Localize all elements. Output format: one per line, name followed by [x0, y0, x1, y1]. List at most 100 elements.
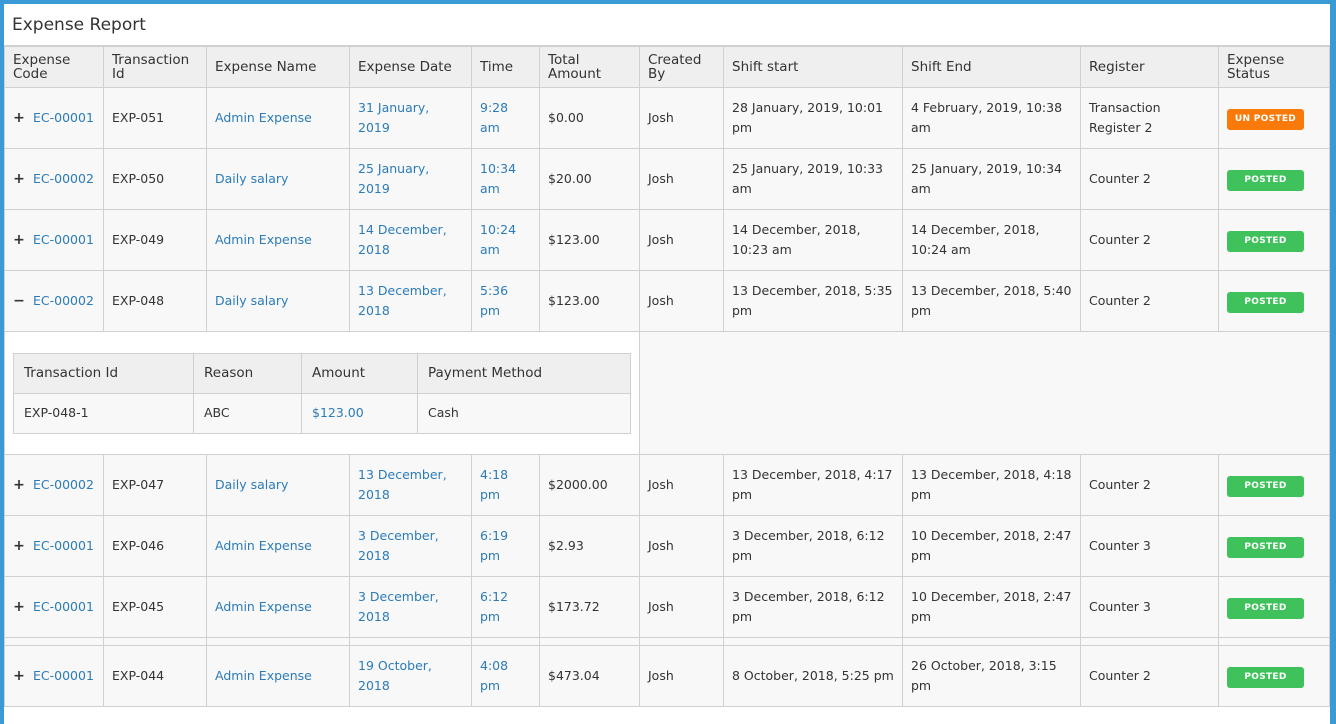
expense-date-link[interactable]: 19 October, 2018: [358, 658, 432, 693]
expense-date-cell: 13 December, 2018: [349, 454, 472, 516]
expense-date-link[interactable]: 25 January, 2019: [358, 161, 429, 196]
shift-start-cell: 13 December, 2018, 4:17 pm: [723, 454, 903, 516]
header-expense-code[interactable]: Expense Code: [4, 46, 104, 88]
expense-date-link[interactable]: 31 January, 2019: [358, 100, 429, 135]
expense-code-link[interactable]: EC-00002: [33, 171, 94, 186]
table-header-row: Expense Code Transaction Id Expense Name…: [4, 46, 1330, 88]
expense-name-link[interactable]: Admin Expense: [215, 668, 312, 683]
details-transaction-id: EXP-048-1: [13, 392, 194, 434]
header-shift-end[interactable]: Shift End: [902, 46, 1081, 88]
time-link[interactable]: 4:18 pm: [480, 467, 508, 502]
expense-name-cell: Admin Expense: [206, 515, 350, 577]
expense-code-link[interactable]: EC-00001: [33, 110, 94, 125]
spacer-row: [4, 637, 1330, 646]
details-header-row: Transaction Id Reason Amount Payment Method: [13, 352, 631, 394]
header-expense-name[interactable]: Expense Name: [206, 46, 350, 88]
expand-toggle-icon[interactable]: +: [13, 230, 25, 250]
created-by-cell: Josh: [639, 209, 724, 271]
table-row: + EC-00001 EXP-046 Admin Expense 3 Decemb…: [4, 515, 1330, 577]
header-expense-status[interactable]: Expense Status: [1218, 46, 1330, 88]
header-transaction-id[interactable]: Transaction Id: [103, 46, 207, 88]
status-badge: POSTED: [1227, 666, 1304, 688]
expense-name-link[interactable]: Daily salary: [215, 293, 288, 308]
total-amount-cell: $123.00: [539, 209, 640, 271]
expense-date-cell: 3 December, 2018: [349, 576, 472, 638]
time-link[interactable]: 6:19 pm: [480, 528, 508, 563]
expand-toggle-icon[interactable]: +: [13, 536, 25, 556]
transaction-id-cell: EXP-044: [103, 645, 207, 707]
expense-status-cell: UN POSTED: [1218, 87, 1330, 149]
expense-date-link[interactable]: 13 December, 2018: [358, 467, 447, 502]
created-by-cell: Josh: [639, 515, 724, 577]
expense-name-link[interactable]: Daily salary: [215, 477, 288, 492]
header-shift-start[interactable]: Shift start: [723, 46, 903, 88]
expense-name-link[interactable]: Admin Expense: [215, 599, 312, 614]
created-by-cell: Josh: [639, 576, 724, 638]
header-time[interactable]: Time: [471, 46, 540, 88]
expense-code-link[interactable]: EC-00001: [33, 538, 94, 553]
expense-code-cell: + EC-00002: [4, 148, 104, 210]
transaction-id-cell: EXP-050: [103, 148, 207, 210]
total-amount-cell: $20.00: [539, 148, 640, 210]
expense-status-cell: POSTED: [1218, 645, 1330, 707]
expense-name-link[interactable]: Admin Expense: [215, 232, 312, 247]
expense-status-cell: POSTED: [1218, 454, 1330, 516]
expense-code-link[interactable]: EC-00002: [33, 293, 94, 308]
time-link[interactable]: 6:12 pm: [480, 589, 508, 624]
expense-date-cell: 19 October, 2018: [349, 645, 472, 707]
time-link[interactable]: 5:36 pm: [480, 283, 508, 318]
expense-date-link[interactable]: 14 December, 2018: [358, 222, 447, 257]
expand-toggle-icon[interactable]: +: [13, 108, 25, 128]
header-total-amount[interactable]: Total Amount: [539, 46, 640, 88]
spacer-cell: [1080, 637, 1219, 646]
expense-date-link[interactable]: 13 December, 2018: [358, 283, 447, 318]
expense-code-cell: + EC-00001: [4, 209, 104, 271]
expand-toggle-icon[interactable]: +: [13, 597, 25, 617]
time-link[interactable]: 4:08 pm: [480, 658, 508, 693]
created-by-cell: Josh: [639, 645, 724, 707]
shift-start-cell: 25 January, 2019, 10:33 am: [723, 148, 903, 210]
expense-code-cell: + EC-00002: [4, 454, 104, 516]
details-reason: ABC: [193, 392, 302, 434]
status-badge: POSTED: [1227, 475, 1304, 497]
details-header-transaction-id: Transaction Id: [13, 352, 194, 394]
details-header-amount: Amount: [301, 352, 418, 394]
expense-status-cell: POSTED: [1218, 148, 1330, 210]
details-amount-link[interactable]: $123.00: [301, 392, 418, 434]
header-expense-date[interactable]: Expense Date: [349, 46, 472, 88]
register-cell: Counter 2: [1080, 209, 1219, 271]
shift-start-cell: 8 October, 2018, 5:25 pm: [723, 645, 903, 707]
expense-name-link[interactable]: Daily salary: [215, 171, 288, 186]
time-link[interactable]: 10:24 am: [480, 222, 516, 257]
time-link[interactable]: 9:28 am: [480, 100, 508, 135]
shift-end-cell: 14 December, 2018, 10:24 am: [902, 209, 1081, 271]
expand-toggle-icon[interactable]: +: [13, 169, 25, 189]
register-cell: Counter 3: [1080, 515, 1219, 577]
expense-code-link[interactable]: EC-00001: [33, 232, 94, 247]
spacer-cell: [103, 637, 207, 646]
status-badge: UN POSTED: [1227, 108, 1304, 130]
total-amount-cell: $2000.00: [539, 454, 640, 516]
shift-start-cell: 3 December, 2018, 6:12 pm: [723, 576, 903, 638]
expense-code-link[interactable]: EC-00001: [33, 599, 94, 614]
expand-toggle-icon[interactable]: +: [13, 666, 25, 686]
expense-report-panel: Expense Report Expense Code Transaction …: [4, 4, 1330, 724]
expense-status-cell: POSTED: [1218, 270, 1330, 332]
expense-name-link[interactable]: Admin Expense: [215, 538, 312, 553]
register-cell: Counter 2: [1080, 270, 1219, 332]
expense-date-link[interactable]: 3 December, 2018: [358, 528, 439, 563]
expense-code-link[interactable]: EC-00002: [33, 477, 94, 492]
expense-status-cell: POSTED: [1218, 209, 1330, 271]
header-register[interactable]: Register: [1080, 46, 1219, 88]
expense-date-link[interactable]: 3 December, 2018: [358, 589, 439, 624]
expense-code-link[interactable]: EC-00001: [33, 668, 94, 683]
details-payment-method: Cash: [417, 392, 631, 434]
spacer-cell: [206, 637, 350, 646]
expand-toggle-icon[interactable]: +: [13, 475, 25, 495]
expand-toggle-icon[interactable]: −: [13, 291, 25, 311]
time-link[interactable]: 10:34 am: [480, 161, 516, 196]
time-cell: 10:34 am: [471, 148, 540, 210]
expense-name-link[interactable]: Admin Expense: [215, 110, 312, 125]
expense-name-cell: Daily salary: [206, 270, 350, 332]
header-created-by[interactable]: Created By: [639, 46, 724, 88]
